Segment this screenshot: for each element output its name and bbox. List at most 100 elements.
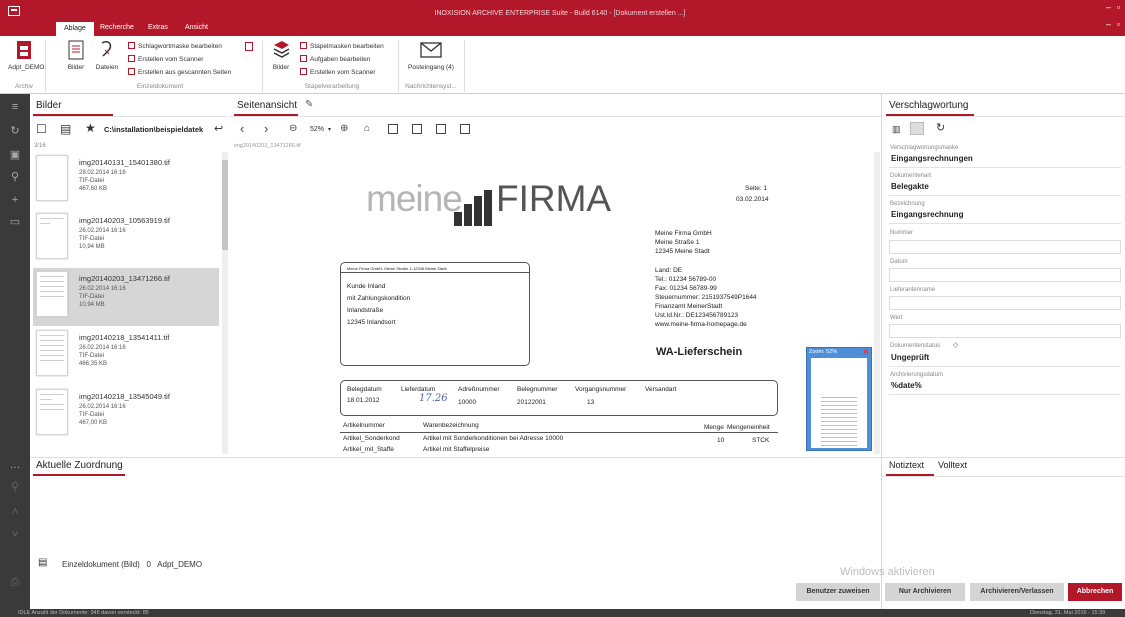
close-icon[interactable]: ✕ (862, 347, 870, 358)
zuordnung-entry[interactable]: Einzeldokument (Bild) 0 Adpt_DEMO (62, 560, 202, 569)
contact-line: Tel.: 01234 56789-00 (655, 276, 717, 283)
tab-ansicht[interactable]: Ansicht (177, 22, 216, 36)
zoom-out-icon[interactable]: ⊖ (289, 123, 297, 134)
document-page[interactable]: meine FIRMA Seite: 1 03.02.2014 Meine Fi… (300, 152, 800, 454)
file-item[interactable]: img20140218_13545049.tif 26.02.2014 16:1… (33, 386, 219, 444)
bilder-button-label: Bilder (67, 64, 85, 71)
zuordnung-underline (33, 474, 125, 476)
page-view-icon[interactable] (388, 124, 398, 134)
aufgaben-button[interactable]: Aufgaben bearbeiten (300, 55, 370, 63)
folder-path[interactable]: C:\installation\beispieldatek (104, 125, 203, 134)
maximize-button[interactable]: ▫ (1117, 2, 1120, 12)
document-list-icon[interactable]: ▣ (8, 148, 22, 162)
lieferantenname-field[interactable] (889, 296, 1121, 310)
logo-bars-icon (454, 190, 492, 226)
table-header: Menge (704, 424, 724, 431)
two-page-view-icon[interactable] (412, 124, 422, 134)
minimize-button[interactable]: – (1106, 2, 1111, 12)
file-item[interactable]: img20140203_10563919.tif 26.02.2014 16:1… (33, 210, 219, 268)
file-item[interactable]: img20140131_15401380.tif 28.02.2014 16:1… (33, 152, 219, 210)
favorite-icon[interactable]: ★ (85, 121, 96, 135)
menu-icon[interactable]: ≡ (8, 100, 22, 114)
chevron-down-icon[interactable]: ˅ (8, 528, 22, 542)
einzel-group-label: Einzeldokument (136, 83, 184, 90)
file-item[interactable]: img20140218_13541411.tif 26.02.2014 16:1… (33, 327, 219, 385)
page-scrollbar[interactable] (874, 152, 880, 454)
doc-minimize-button[interactable]: – (1106, 19, 1111, 29)
grid-view-icon[interactable] (460, 124, 470, 134)
dateien-button[interactable]: Dateien (92, 40, 122, 71)
contact-line: Fax: 01234 56789-99 (655, 285, 717, 292)
zoom-dropdown-icon[interactable]: ▾ (328, 126, 331, 133)
archivieren-verlassen-button[interactable]: Archivieren/Verlassen (970, 583, 1064, 601)
verschlagwortungsmaske-select[interactable]: Eingangsrechnungen (889, 154, 1121, 168)
tab-extras[interactable]: Extras (140, 22, 176, 36)
search-icon[interactable]: ⚲ (8, 480, 22, 494)
app-menu-icon[interactable] (8, 6, 20, 16)
file-type: TIF-Datei (79, 412, 105, 418)
dokumentenart-field[interactable]: Belegakte (889, 182, 1121, 196)
wert-field[interactable] (889, 324, 1121, 338)
tab-recherche[interactable]: Recherche (92, 22, 142, 36)
schlagwortmaske-button[interactable]: Schlagwortmaske bearbeiten (128, 42, 222, 50)
multi-page-view-icon[interactable] (436, 124, 446, 134)
back-arrow-icon[interactable]: ↩ (214, 122, 223, 135)
new-page-icon[interactable]: ☐ (36, 122, 47, 136)
zuordnung-title: Aktuelle Zuordnung (36, 460, 123, 471)
chevron-up-icon[interactable]: ˄ (8, 505, 22, 519)
zoom-in-icon[interactable]: ⊕ (340, 123, 348, 134)
dokumentenstatus-field[interactable]: Ungeprüft (889, 353, 1121, 367)
bilder-button[interactable]: Bilder (63, 40, 89, 71)
print-icon[interactable]: ⎙ (8, 575, 22, 589)
lock-icon[interactable]: ⌂ (364, 123, 370, 134)
file-type: TIF-Datei (79, 294, 105, 300)
gescannte-seiten-button[interactable]: Erstellen aus gescannten Seiten (128, 68, 231, 76)
zoom-preview[interactable]: Zoom: 52% ✕ (806, 347, 872, 451)
abbrechen-button[interactable]: Abbrechen (1068, 583, 1122, 601)
doc-maximize-button[interactable]: ▫ (1117, 19, 1120, 29)
archivierungsdatum-field[interactable]: %date% (889, 381, 1121, 395)
info-value: 18.01.2012 (347, 397, 380, 404)
stapel-scanner-button[interactable]: Erstellen vom Scanner (300, 68, 375, 76)
archiv-button[interactable]: Adpt_DEMO (8, 40, 45, 71)
bezeichnung-field[interactable]: Eingangsrechnung (889, 210, 1121, 224)
search-icon[interactable]: ⚲ (8, 170, 22, 184)
einzel-scanner-button[interactable]: Erstellen vom Scanner (128, 55, 203, 63)
table-cell: Artikel_Sonderkond (343, 435, 400, 442)
stapelmasken-button[interactable]: Stapelmasken bearbeiten (300, 42, 384, 50)
datum-field[interactable] (889, 268, 1121, 282)
bilder-scroll-thumb[interactable] (222, 160, 228, 250)
document-icon[interactable] (245, 42, 253, 51)
tag-icon[interactable]: ◇ (953, 341, 958, 349)
monitor-icon[interactable]: ▭ (8, 215, 22, 229)
pin-icon[interactable]: ✎ (305, 99, 313, 110)
add-icon[interactable]: + (8, 193, 22, 207)
table-cell: Artikel mit Staffelpreise (423, 446, 490, 453)
tab-notiztext[interactable]: Notiztext (889, 460, 924, 470)
info-box: Belegdatum Lieferdatum Adreßnummer Beleg… (340, 380, 778, 416)
posteingang-label: Posteingang (4) (408, 64, 454, 71)
next-page-icon[interactable]: › (264, 121, 268, 136)
refresh-icon[interactable]: ↻ (8, 124, 22, 138)
posteingang-button[interactable]: Posteingang (4) (402, 40, 460, 71)
table-cell: Artikel mit Sonderkonditionen bei Adress… (423, 435, 564, 442)
more-icon[interactable]: … (8, 458, 22, 472)
benutzer-zuweisen-button[interactable]: Benutzer zuweisen (796, 583, 880, 601)
info-header: Adreßnummer (458, 386, 500, 393)
barcode-icon[interactable]: ▥ (892, 124, 901, 135)
zoom-level-select[interactable]: 52% (310, 126, 324, 133)
tab-volltext[interactable]: Volltext (938, 460, 967, 470)
file-item-selected[interactable]: img20140203_13471266.tif 26.02.2014 16:1… (33, 268, 219, 326)
nur-archivieren-button[interactable]: Nur Archivieren (885, 583, 965, 601)
file-count: 3/16 (34, 143, 46, 149)
stapel-bilder-button[interactable]: Bilder (268, 40, 294, 71)
dateien-button-label: Dateien (95, 64, 119, 71)
nummer-field[interactable] (889, 240, 1121, 254)
contact-line: Land: DE (655, 267, 683, 274)
refresh-icon[interactable]: ↻ (936, 121, 945, 134)
form-view-icon[interactable] (910, 122, 924, 135)
field-label: Lieferantenname (890, 287, 936, 293)
prev-page-icon[interactable]: ‹ (240, 121, 244, 136)
aufgaben-label: Aufgaben bearbeiten (310, 56, 371, 63)
scan-page-icon[interactable]: ▤ (60, 122, 71, 136)
